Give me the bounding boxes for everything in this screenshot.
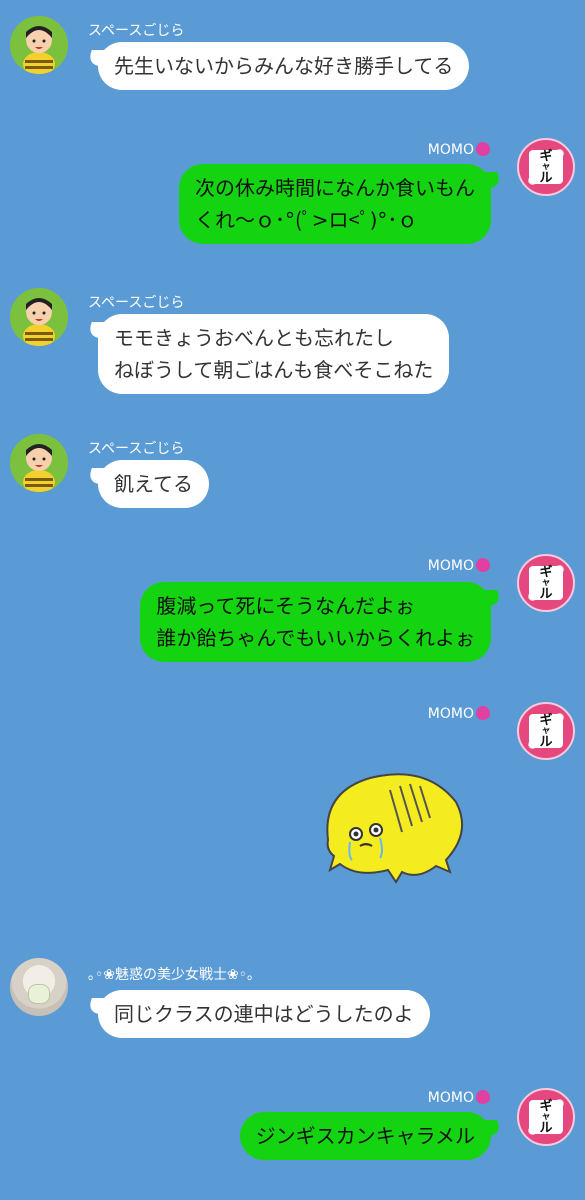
boy-avatar[interactable] [10, 288, 68, 346]
sender-name: スペースごじら [88, 295, 185, 311]
crying-chick-sticker[interactable] [318, 768, 468, 886]
message-text: 同じクラスの連中はどうしたのよ [114, 1002, 414, 1026]
gyaru-avatar-label: ギャル [529, 150, 563, 185]
message-text: モモきょうおべんとも忘れたし [114, 326, 394, 350]
gyaru-avatar-label: ギャル [529, 566, 563, 601]
message-text: 次の休み時間になんか食いもん [195, 176, 475, 200]
sender-name: MOMO [428, 1090, 490, 1106]
message-bubble[interactable]: 飢えてる [98, 460, 209, 508]
gyaru-avatar-label: ギャル [529, 714, 563, 749]
gyaru-avatar[interactable]: ギャル [517, 138, 575, 196]
girl-avatar[interactable] [10, 958, 68, 1016]
peach-icon [476, 142, 490, 156]
message-text: 先生いないからみんな好き勝手してる [114, 54, 454, 78]
gyaru-avatar[interactable]: ギャル [517, 1088, 575, 1146]
sender-name: スペースごじら [88, 23, 185, 39]
boy-avatar[interactable] [10, 16, 68, 74]
boy-avatar-icon [10, 288, 68, 346]
sender-name: MOMO [428, 142, 490, 158]
message-bubble[interactable]: 先生いないからみんな好き勝手してる [98, 42, 470, 90]
message-text: 誰か飴ちゃんでもいいからくれよぉ [156, 626, 475, 650]
sender-name: ｡◦❀魅惑の美少女戦士❀◦｡ [88, 967, 254, 983]
peach-icon [476, 558, 490, 572]
message-bubble[interactable]: 同じクラスの連中はどうしたのよ [98, 990, 430, 1038]
message-bubble[interactable]: ジンギスカンキャラメル [239, 1112, 491, 1160]
gyaru-avatar[interactable]: ギャル [517, 554, 575, 612]
message-bubble[interactable]: 腹減って死にそうなんだよぉ 誰か飴ちゃんでもいいからくれよぉ [140, 582, 491, 662]
boy-avatar-icon [10, 16, 68, 74]
message-bubble[interactable]: モモきょうおべんとも忘れたし ねぼうして朝ごはんも食べそこねた [98, 314, 450, 394]
message-text: ジンギスカンキャラメル [255, 1124, 475, 1148]
message-text: 飢えてる [114, 472, 193, 496]
boy-avatar-icon [10, 434, 68, 492]
gyaru-avatar[interactable]: ギャル [517, 702, 575, 760]
gyaru-avatar-label: ギャル [529, 1100, 563, 1135]
sender-name: MOMO [428, 558, 490, 574]
peach-icon [476, 706, 490, 720]
boy-avatar[interactable] [10, 434, 68, 492]
peach-icon [476, 1090, 490, 1104]
message-text: ねぼうして朝ごはんも食べそこねた [114, 358, 434, 382]
sender-name: MOMO [428, 706, 490, 722]
sender-name: スペースごじら [88, 441, 185, 457]
message-text: 腹減って死にそうなんだよぉ [156, 594, 415, 618]
message-text: くれ〜ｏ･°(ﾟ>ロ<ﾟ)°･ｏ [195, 208, 418, 232]
message-bubble[interactable]: 次の休み時間になんか食いもん くれ〜ｏ･°(ﾟ>ロ<ﾟ)°･ｏ [179, 164, 491, 244]
